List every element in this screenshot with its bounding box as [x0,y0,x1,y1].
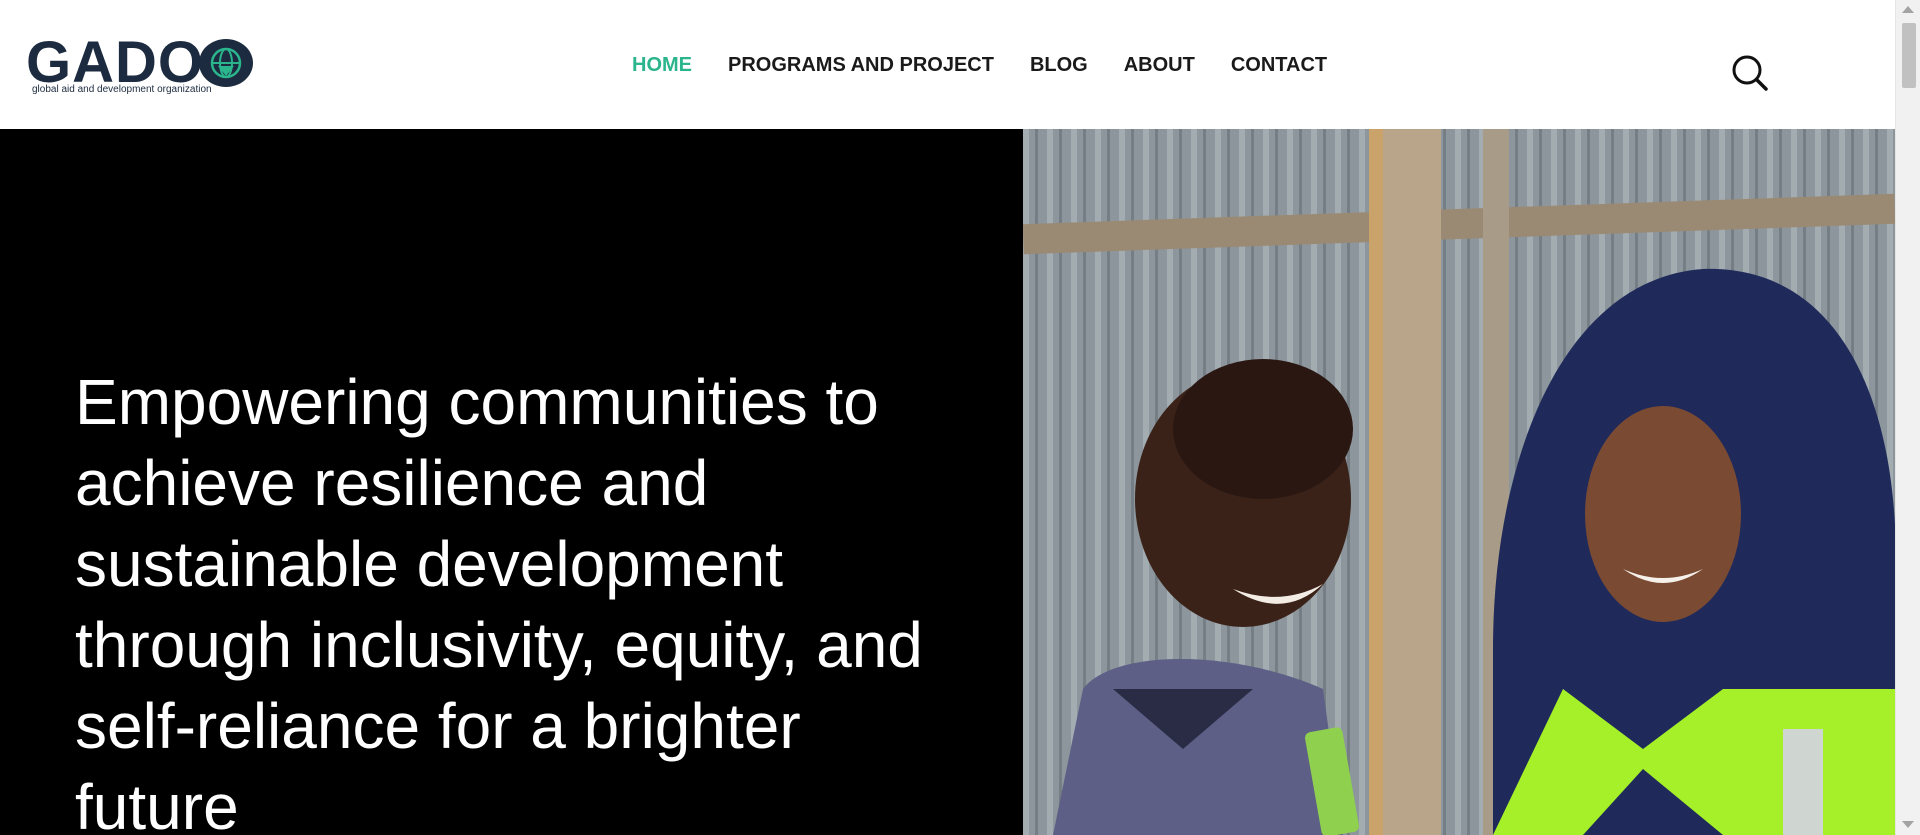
logo-tagline: global aid and development organization [32,84,212,95]
gado-logo[interactable]: GADO global aid and development organiza… [26,34,256,98]
main-nav: HOME PROGRAMS AND PROJECT BLOG ABOUT CON… [632,54,1363,77]
page-scrollbar[interactable] [1895,0,1920,835]
nav-item-programs-and-project[interactable]: PROGRAMS AND PROJECT [728,54,994,77]
photo-child-and-aid-worker [1023,129,1895,835]
nav-item-home[interactable]: HOME [632,54,692,77]
nav-item-blog[interactable]: BLOG [1030,54,1088,77]
search-icon [1732,55,1768,91]
nav-item-about[interactable]: ABOUT [1124,54,1195,77]
scroll-up-arrow-icon[interactable] [1902,6,1914,13]
hero-headline: Empowering communities to achieve resili… [75,366,923,835]
scroll-down-arrow-icon[interactable] [1902,821,1914,828]
scroll-thumb[interactable] [1902,23,1916,88]
hero-image [1023,129,1895,835]
search-button[interactable] [1731,54,1769,92]
site-header: GADO global aid and development organiza… [0,0,1895,129]
page: GADO global aid and development organiza… [0,0,1920,835]
nav-item-contact[interactable]: CONTACT [1231,54,1327,77]
hero-text-panel: Empowering communities to achieve resili… [0,129,1023,835]
globe-icon [199,39,253,87]
